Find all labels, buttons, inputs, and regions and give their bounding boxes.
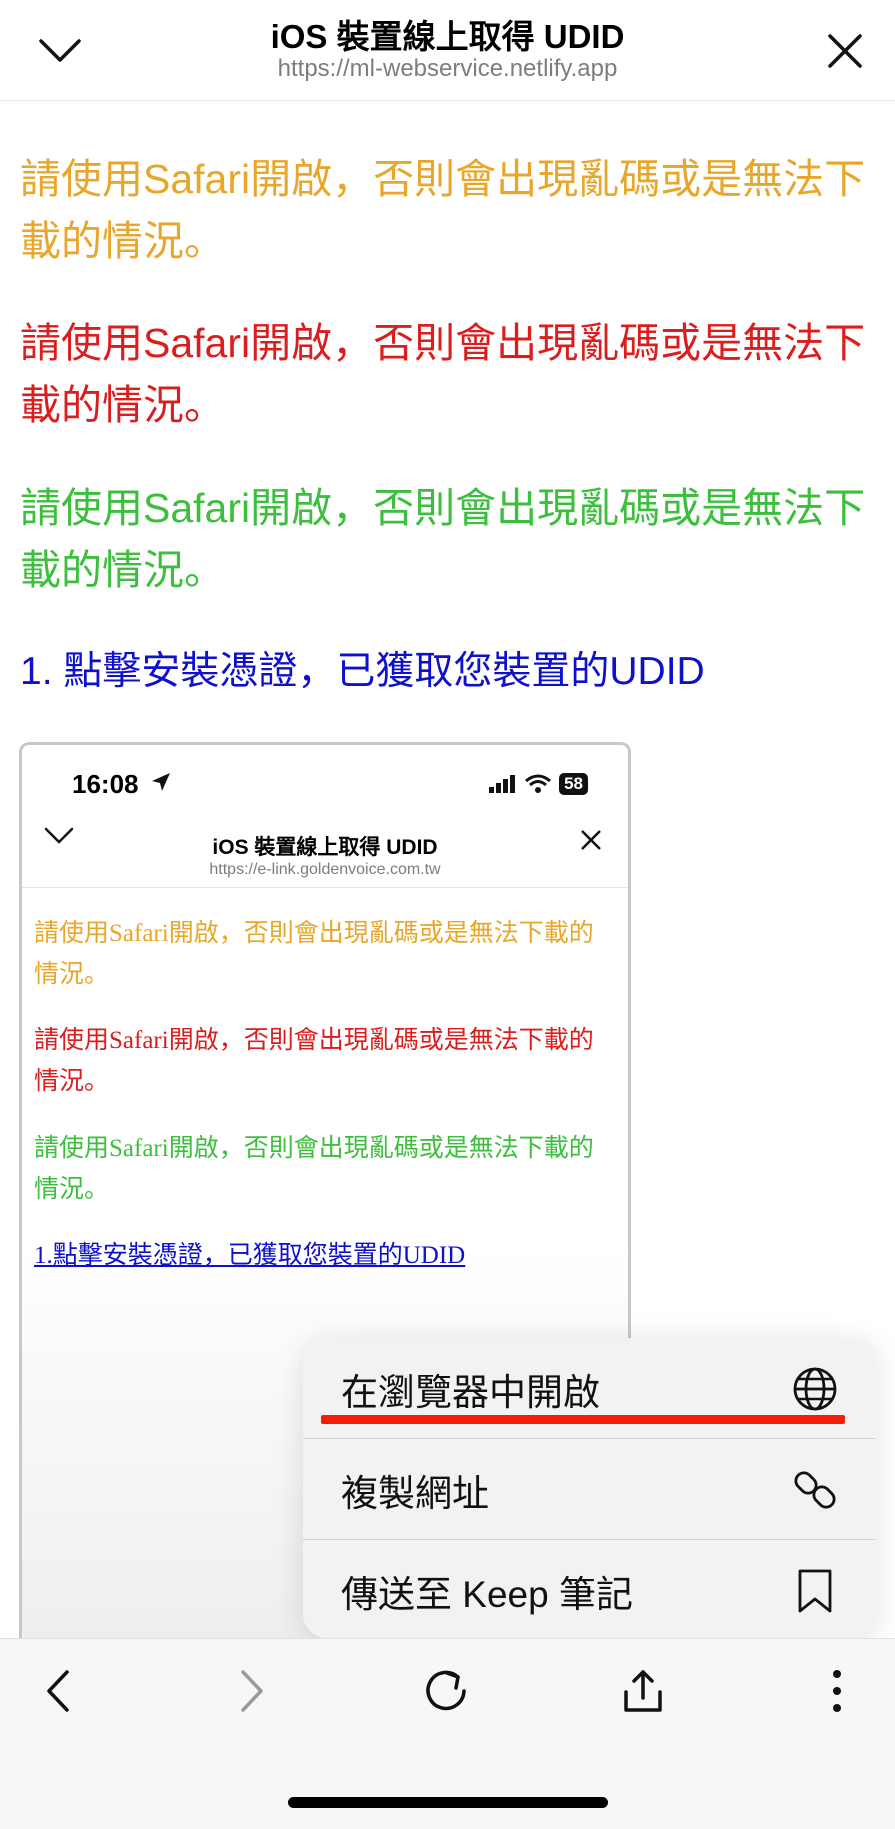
home-area bbox=[0, 1742, 895, 1829]
share-button[interactable] bbox=[613, 1661, 673, 1721]
highlight-underline bbox=[321, 1415, 845, 1424]
home-indicator[interactable] bbox=[288, 1797, 608, 1808]
screenshot-warning-orange: 請使用Safari開啟，否則會出現亂碼或是無法下載的情況。 bbox=[34, 920, 594, 988]
status-icons: 58 bbox=[489, 773, 588, 795]
page-title: iOS 裝置線上取得 UDID bbox=[270, 18, 625, 55]
safari-warning-green: 請使用Safari開啟，否則會出現亂碼或是無法下載的情況。 bbox=[20, 485, 866, 593]
more-icon bbox=[833, 1670, 841, 1712]
menu-open-in-browser[interactable]: 在瀏覽器中開啟 bbox=[303, 1338, 876, 1438]
safari-warning-red: 請使用Safari開啟，否則會出現亂碼或是無法下載的情況。 bbox=[20, 320, 866, 428]
screenshot-title: iOS 裝置線上取得 UDID bbox=[212, 836, 438, 859]
bookmark-icon bbox=[798, 1569, 832, 1613]
page-url: https://ml-webservice.netlify.app bbox=[277, 55, 618, 82]
forward-button[interactable] bbox=[222, 1661, 282, 1721]
location-arrow-icon bbox=[152, 773, 170, 791]
menu-copy-url[interactable]: 複製網址 bbox=[303, 1439, 876, 1539]
link-icon bbox=[794, 1471, 836, 1509]
reload-button[interactable] bbox=[417, 1661, 477, 1721]
share-icon bbox=[624, 1670, 662, 1712]
collapse-button[interactable] bbox=[30, 24, 90, 78]
bottom-toolbar bbox=[0, 1638, 895, 1743]
signal-icon bbox=[489, 775, 516, 793]
screenshot-divider bbox=[22, 887, 628, 888]
menu-send-to-keep[interactable]: 傳送至 Keep 筆記 bbox=[303, 1540, 876, 1638]
screenshot-warning-green: 請使用Safari開啟，否則會出現亂碼或是無法下載的情況。 bbox=[34, 1135, 594, 1203]
menu-item-label: 傳送至 Keep 筆記 bbox=[341, 1574, 633, 1615]
more-button[interactable] bbox=[807, 1661, 867, 1721]
close-button[interactable] bbox=[815, 24, 875, 78]
menu-item-label: 複製網址 bbox=[341, 1473, 489, 1514]
chevron-down-icon bbox=[44, 827, 74, 844]
forward-icon bbox=[241, 1670, 263, 1712]
close-icon bbox=[828, 34, 862, 68]
context-menu: 在瀏覽器中開啟 複製網址 傳送至 Keep 筆記 bbox=[303, 1338, 876, 1638]
menu-item-label: 在瀏覽器中開啟 bbox=[341, 1372, 600, 1413]
back-button[interactable] bbox=[28, 1661, 88, 1721]
close-icon bbox=[581, 830, 601, 850]
back-icon bbox=[47, 1670, 69, 1712]
chevron-down-icon bbox=[39, 39, 81, 62]
battery-icon: 58 bbox=[559, 773, 588, 795]
screenshot-url: https://e-link.goldenvoice.com.tw bbox=[209, 861, 441, 878]
wifi-icon bbox=[525, 774, 552, 793]
step1-link[interactable]: 1. 點擊安裝憑證，已獲取您裝置的UDID bbox=[20, 640, 705, 696]
status-time: 16:08 bbox=[72, 769, 139, 799]
screenshot-warning-red: 請使用Safari開啟，否則會出現亂碼或是無法下載的情況。 bbox=[34, 1027, 594, 1095]
reload-icon bbox=[426, 1670, 466, 1711]
browser-header: iOS 裝置線上取得 UDID https://ml-webservice.ne… bbox=[0, 0, 895, 101]
globe-icon bbox=[793, 1367, 837, 1411]
screenshot-step1: 1.點擊安裝憑證，已獲取您裝置的UDID bbox=[34, 1242, 466, 1269]
safari-warning-orange: 請使用Safari開啟，否則會出現亂碼或是無法下載的情況。 bbox=[20, 156, 866, 264]
